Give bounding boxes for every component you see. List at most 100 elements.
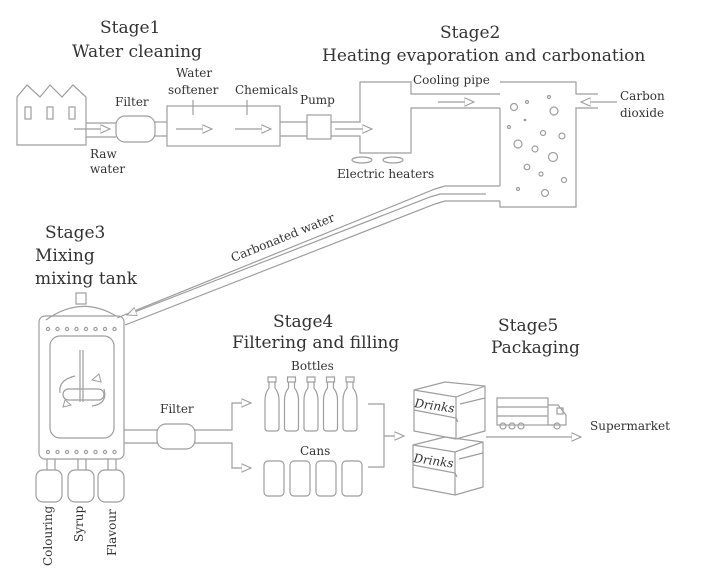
- stage1-title: Stage1: [100, 18, 160, 38]
- stage1-subtitle: Water cleaning: [72, 42, 202, 62]
- truck-icon: [496, 397, 567, 430]
- factory-icon: [16, 84, 87, 146]
- stage4-subtitle: Filtering and filling: [232, 333, 399, 353]
- filter-1: [115, 115, 156, 143]
- bottle: [283, 376, 300, 432]
- stage2-title: Stage2: [440, 23, 500, 43]
- carbonation-tank: [499, 81, 617, 208]
- carbonated-water-label: Carbonated water: [229, 210, 337, 264]
- carbon-dioxide-label-2: dioxide: [620, 106, 664, 120]
- chemicals-label: Chemicals: [235, 83, 298, 97]
- bubble: [531, 145, 539, 153]
- tank-dot: [45, 326, 51, 332]
- filter-2: [156, 423, 196, 450]
- bottle: [264, 376, 280, 432]
- can: [341, 460, 363, 497]
- stage3-title: Stage3: [45, 223, 105, 243]
- stage2-heading: Stage2 Heating evaporation and carbonati…: [322, 23, 645, 66]
- tank-dot: [45, 449, 51, 455]
- raw-water-label-2: water: [90, 162, 125, 176]
- bubble: [506, 124, 512, 130]
- tank-dot: [74, 449, 79, 455]
- stage5-title: Stage5: [498, 316, 558, 336]
- can: [289, 460, 311, 497]
- tank-dot: [74, 326, 79, 332]
- drinks-label-bottom: Drinks: [412, 451, 455, 471]
- bubble: [538, 171, 544, 177]
- pump-label: Pump: [300, 93, 335, 107]
- stage3-heading: Stage3 Mixing mixing tank: [35, 223, 138, 289]
- mixing-tank: [38, 292, 125, 460]
- filter-2-label: Filter: [160, 402, 194, 416]
- stage3-subtitle: Mixing: [35, 246, 95, 266]
- filter-1-label: Filter: [115, 95, 149, 109]
- bottles: [264, 376, 358, 432]
- tank-dot: [64, 449, 70, 455]
- drinks-label-top: Drinks: [413, 396, 456, 416]
- bottle: [342, 376, 358, 432]
- tank-dot: [64, 326, 70, 332]
- cooling-pipe-label: Cooling pipe: [413, 73, 490, 87]
- stage1-heading: Stage1 Water cleaning: [72, 18, 202, 62]
- tank-dot: [93, 326, 98, 332]
- tank-dot: [112, 326, 117, 332]
- bubble: [546, 94, 552, 100]
- carbonated-water-pipe: [116, 185, 500, 326]
- electric-heaters-label: Electric heaters: [337, 167, 434, 181]
- stage4-title: Stage4: [273, 312, 333, 332]
- tank-dot: [83, 326, 89, 332]
- cans: [263, 460, 363, 497]
- carbon-dioxide-label-1: Carbon: [620, 89, 665, 103]
- stage5-subtitle: Packaging: [491, 338, 580, 358]
- bubble: [524, 99, 530, 105]
- bubble: [513, 139, 523, 149]
- bubble: [560, 176, 568, 184]
- tank-dot: [55, 326, 60, 332]
- tank-dot: [83, 449, 89, 455]
- bubble: [515, 186, 521, 192]
- bubble: [558, 132, 566, 140]
- electric-heaters: [351, 156, 404, 164]
- tank-dot: [102, 449, 108, 455]
- tank-dot: [93, 449, 98, 455]
- bubble: [549, 106, 559, 116]
- syrup-label: Syrup: [72, 506, 86, 542]
- bottle: [322, 376, 339, 432]
- colouring-label: Colouring: [41, 506, 55, 567]
- bubble: [509, 102, 519, 112]
- syrup-tank: [67, 459, 95, 503]
- process-diagram: Stage1 Water cleaning Stage2 Heating eva…: [16, 18, 670, 567]
- tank-dot: [55, 449, 60, 455]
- bubble: [523, 163, 531, 171]
- stage3-subtitle2: mixing tank: [35, 269, 138, 289]
- bubble: [540, 188, 550, 198]
- merge-pipe: [368, 403, 404, 468]
- bubble: [547, 151, 559, 163]
- co2-bubbles: [506, 94, 568, 198]
- bubble: [539, 129, 547, 137]
- water-softener-label-1: Water: [176, 66, 212, 80]
- stage2-subtitle: Heating evaporation and carbonation: [322, 46, 645, 66]
- stage4-heading: Stage4 Filtering and filling: [232, 312, 399, 353]
- flavour-label: Flavour: [105, 509, 119, 556]
- split-pipe: [195, 403, 251, 468]
- tank-dot: [112, 449, 117, 455]
- bottle: [303, 376, 319, 432]
- pump: [306, 114, 332, 140]
- bottles-label: Bottles: [291, 359, 334, 373]
- water-softener-tank: [166, 100, 281, 147]
- tank-dot: [102, 326, 108, 332]
- cans-label: Cans: [300, 444, 330, 458]
- ingredient-tanks: [35, 459, 125, 503]
- bubble: [523, 118, 527, 122]
- raw-water-label-1: Raw: [90, 147, 117, 161]
- heating-pipe: [331, 81, 500, 154]
- can: [263, 460, 285, 497]
- flavour-tank: [97, 459, 125, 503]
- supermarket-label: Supermarket: [590, 419, 670, 433]
- colouring-tank: [35, 459, 63, 503]
- can: [315, 460, 337, 497]
- stage5-heading: Stage5 Packaging: [491, 316, 580, 358]
- raw-water-pipe: [74, 122, 116, 138]
- water-softener-label-2: softener: [168, 83, 219, 97]
